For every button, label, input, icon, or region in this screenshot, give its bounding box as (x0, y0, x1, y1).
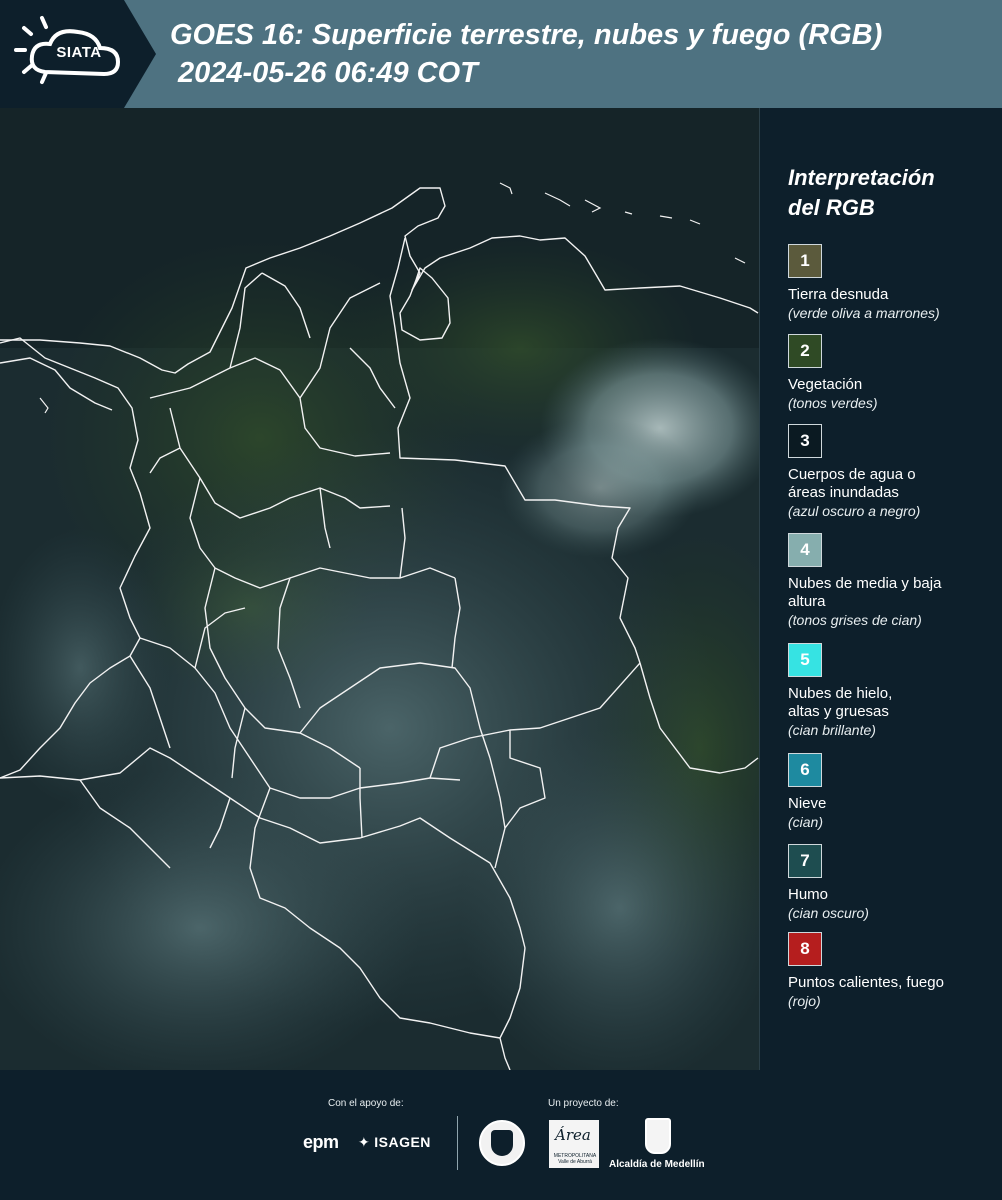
legend-label: Nubes de media y baja altura (788, 575, 942, 610)
legend-title: Interpretación del RGB (788, 163, 988, 223)
area-metropolitana-logo[interactable]: Área METROPOLITANA Valle de Aburrá (549, 1120, 599, 1168)
legend-swatch: 3 (788, 424, 822, 458)
isagen-text: ISAGEN (374, 1134, 431, 1150)
legend-item-smoke: 7 Humo (cian oscuro) (788, 844, 998, 922)
legend-label: Tierra desnuda (788, 286, 889, 303)
legend-item-vegetation: 2 Vegetación (tonos verdes) (788, 334, 998, 412)
legend-number: 2 (800, 341, 810, 360)
seal-emblem-icon (491, 1130, 513, 1156)
legend-swatch: 7 (788, 844, 822, 878)
legend-note: (cian oscuro) (788, 905, 869, 921)
legend-note: (cian brillante) (788, 722, 876, 738)
legend-swatch: 2 (788, 334, 822, 368)
legend-number: 3 (800, 431, 810, 450)
legend-item-low-clouds: 4 Nubes de media y baja altura (tonos gr… (788, 533, 998, 629)
legend-note: (verde oliva a marrones) (788, 305, 940, 321)
isagen-logo[interactable]: ✦ ISAGEN (358, 1134, 431, 1151)
header-bar: SIATA GOES 16: Superficie terrestre, nub… (0, 0, 1002, 108)
legend-swatch: 8 (788, 932, 822, 966)
legend-label: Humo (788, 886, 829, 903)
siata-logo[interactable]: SIATA (0, 0, 156, 108)
legend-number: 1 (800, 251, 810, 270)
amva-script: Área (555, 1126, 591, 1144)
legend-number: 8 (800, 939, 810, 958)
legend-label: Nubes de hielo, altas y gruesas (788, 685, 893, 720)
legend-item-water: 3 Cuerpos de agua o áreas inundadas (azu… (788, 424, 998, 520)
legend-title-line-1: Interpretación (788, 165, 935, 190)
legend-item-bare-soil: 1 Tierra desnuda (verde oliva a marrones… (788, 244, 998, 322)
support-caption: Con el apoyo de: (328, 1098, 404, 1109)
legend-number: 7 (800, 851, 810, 870)
amva-subtitle: METROPOLITANA Valle de Aburrá (553, 1153, 597, 1165)
satellite-map[interactable] (0, 108, 760, 1070)
legend-swatch: 4 (788, 533, 822, 567)
legend-swatch: 1 (788, 244, 822, 278)
legend-note: (azul oscuro a negro) (788, 503, 921, 519)
alcaldia-logo-text[interactable]: Alcaldía de Medellín (609, 1159, 705, 1170)
legend-swatch: 6 (788, 753, 822, 787)
legend-item-fire: 8 Puntos calientes, fuego (rojo) (788, 932, 998, 1010)
legend-item-ice-clouds: 5 Nubes de hielo, altas y gruesas (cian … (788, 643, 998, 739)
alcaldia-shield-icon[interactable] (645, 1118, 671, 1154)
legend-label: Cuerpos de agua o áreas inundadas (788, 466, 916, 501)
legend-note: (cian) (788, 814, 824, 830)
map-canvas (0, 108, 759, 1070)
footer: Con el apoyo de: Un proyecto de: epm ✦ IS… (0, 1070, 1002, 1200)
legend-note: (tonos verdes) (788, 395, 878, 411)
legend-note: (tonos grises de cian) (788, 612, 922, 628)
footer-divider (457, 1116, 458, 1170)
legend-number: 5 (800, 650, 810, 669)
title-line-1: GOES 16: Superficie terrestre, nubes y f… (170, 19, 883, 51)
project-caption: Un proyecto de: (548, 1098, 619, 1109)
legend-item-snow: 6 Nieve (cian) (788, 753, 998, 831)
legend-number: 6 (800, 760, 810, 779)
epm-logo[interactable]: epm (303, 1132, 339, 1153)
title-timestamp: 2024-05-26 06:49 COT (178, 57, 478, 89)
legend-swatch: 5 (788, 643, 822, 677)
legend-number: 4 (800, 540, 810, 559)
legend-label: Nieve (788, 795, 827, 812)
page-title: GOES 16: Superficie terrestre, nubes y f… (170, 16, 1000, 92)
logo-text: SIATA (56, 44, 102, 61)
legend-label: Vegetación (788, 376, 863, 393)
university-seal-logo[interactable] (479, 1120, 525, 1166)
legend-label: Puntos calientes, fuego (788, 974, 944, 991)
isagen-mark-icon: ✦ (358, 1134, 371, 1150)
legend-title-line-2: del RGB (788, 195, 875, 220)
legend-panel: Interpretación del RGB 1 Tierra desnuda … (762, 108, 1002, 1070)
legend-note: (rojo) (788, 993, 821, 1009)
